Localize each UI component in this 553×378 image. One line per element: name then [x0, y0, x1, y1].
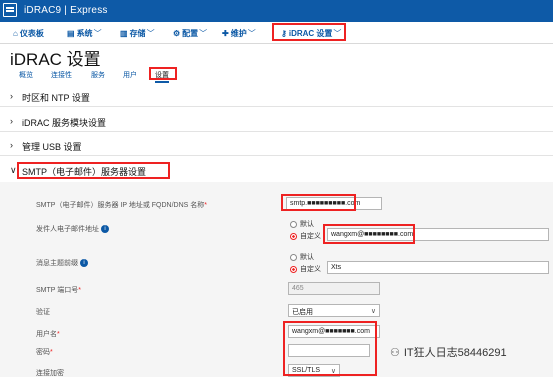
- info-icon: i: [80, 259, 88, 268]
- home-icon: ⌂: [13, 29, 18, 38]
- username-label: 用户名*: [36, 331, 60, 338]
- credentials-highlight-box: [283, 321, 377, 376]
- nav-config[interactable]: ⚙ 配置﹀: [173, 28, 207, 39]
- smtp-server-label: SMTP（电子邮件）服务器 IP 地址或 FQDN/DNS 名称*: [36, 202, 208, 209]
- nav-highlight-box: [272, 23, 346, 41]
- brand-title: iDRAC9 | Express: [24, 5, 108, 16]
- auth-label: 验证: [36, 309, 50, 316]
- chevron-down-icon: ﹀: [247, 29, 256, 38]
- top-bar: iDRAC9 | Express: [0, 0, 553, 22]
- chevron-down-icon: ﹀: [146, 29, 155, 38]
- nav-storage[interactable]: ▥ 存储﹀: [120, 28, 155, 39]
- database-icon: ▥: [120, 29, 128, 38]
- smtp-highlight-box: [17, 162, 170, 179]
- nav-maintenance[interactable]: ✚ 维护﹀: [222, 28, 256, 39]
- subject-custom-radio[interactable]: 自定义: [290, 264, 321, 274]
- chevron-right-icon: ›: [10, 140, 13, 150]
- subject-prefix-input[interactable]: Xts: [327, 261, 549, 274]
- tools-icon: ✚: [222, 29, 229, 38]
- sender-custom-radio[interactable]: 自定义: [290, 231, 321, 241]
- tab-users[interactable]: 用户: [123, 70, 137, 80]
- chevron-down-icon: ﹀: [199, 29, 208, 38]
- idrac-logo-icon: [3, 3, 17, 17]
- nav-system[interactable]: ▤ 系统﹀: [67, 28, 102, 39]
- chevron-down-icon: ∨: [370, 308, 376, 315]
- tab-highlight-box: [149, 67, 177, 80]
- section-usb[interactable]: › 管理 USB 设置: [0, 136, 553, 156]
- sender-default-radio[interactable]: 默认: [290, 219, 314, 229]
- chevron-down-icon: ﹀: [93, 29, 102, 38]
- smtp-port-input[interactable]: 465: [288, 282, 380, 295]
- sender-email-highlight-box: [323, 224, 415, 244]
- chevron-right-icon: ›: [10, 91, 13, 101]
- page-title: iDRAC 设置: [10, 50, 101, 69]
- server-icon: ▤: [67, 29, 75, 38]
- nav-dashboard[interactable]: ⌂ 仪表板: [13, 28, 44, 39]
- chevron-right-icon: ›: [10, 116, 13, 126]
- password-label: 密码*: [36, 349, 53, 356]
- chevron-down-icon: ∨: [10, 165, 17, 175]
- tab-connectivity[interactable]: 连接性: [51, 70, 72, 80]
- section-time-ntp[interactable]: › 时区和 NTP 设置: [0, 87, 553, 107]
- wechat-icon: ⚇: [390, 347, 400, 359]
- tab-bar: 概览 连接性 服务 用户 设置: [0, 70, 553, 83]
- smtp-server-highlight-box: [281, 194, 356, 211]
- tab-overview[interactable]: 概览: [19, 70, 33, 80]
- auth-select[interactable]: 已启用 ∨: [288, 304, 380, 317]
- watermark: ⚇ IT狂人日志58446291: [390, 347, 507, 359]
- subject-default-radio[interactable]: 默认: [290, 252, 314, 262]
- smtp-port-label: SMTP 端口号*: [36, 287, 81, 294]
- subject-prefix-label: 消息主题前缀 i: [36, 258, 88, 268]
- section-service-module[interactable]: › iDRAC 服务模块设置: [0, 112, 553, 132]
- sender-label: 发件人电子邮件地址 i: [36, 224, 109, 234]
- wrench-icon: ⚙: [173, 29, 181, 38]
- info-icon: i: [101, 225, 109, 234]
- tab-services[interactable]: 服务: [91, 70, 105, 80]
